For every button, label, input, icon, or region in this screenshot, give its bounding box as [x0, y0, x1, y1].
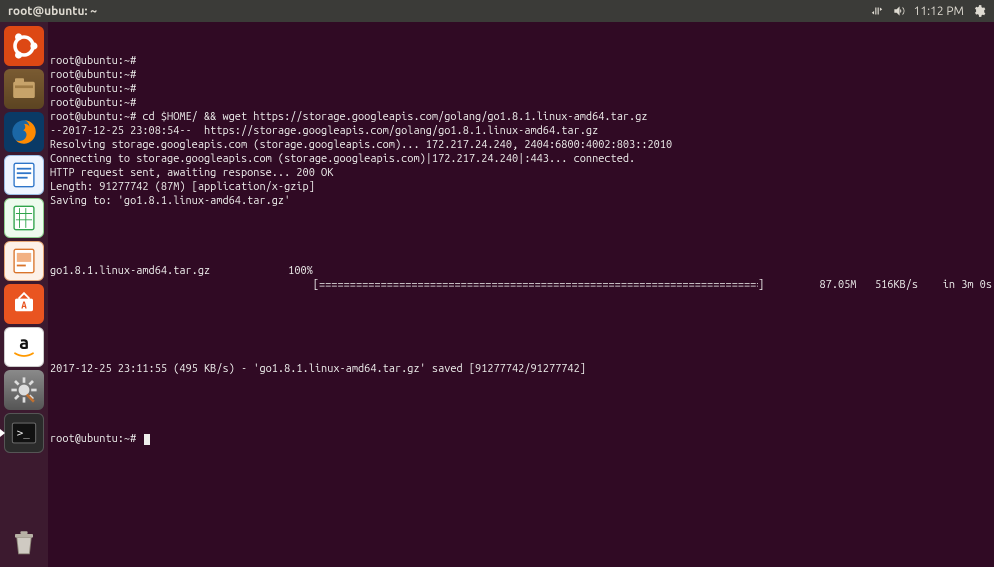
svg-text:A: A [21, 300, 27, 311]
launcher-settings[interactable] [4, 370, 44, 410]
terminal-line: root@ubuntu:~# [50, 54, 992, 68]
svg-text:>_: >_ [17, 427, 30, 440]
terminal-line: root@ubuntu:~# [50, 82, 992, 96]
unity-launcher: A a >_ [0, 22, 48, 567]
launcher-files[interactable] [4, 69, 44, 109]
terminal-line: Saving to: 'go1.8.1.linux-amd64.tar.gz' [50, 194, 992, 208]
terminal-line: root@ubuntu:~# [50, 96, 992, 110]
cursor-block [144, 434, 150, 445]
terminal-line [50, 208, 992, 222]
terminal-line: Resolving storage.googleapis.com (storag… [50, 138, 992, 152]
launcher-software-center[interactable]: A [4, 284, 44, 324]
progress-stats: 87.05M 516KB/s in 3m 0s [764, 264, 992, 306]
progress-percent: 100% [210, 264, 313, 306]
progress-filename: go1.8.1.linux-amd64.tar.gz [50, 264, 210, 306]
network-icon[interactable] [870, 4, 884, 18]
progress-bar: [ ======================================… [313, 264, 764, 306]
launcher-terminal[interactable]: >_ [4, 413, 44, 453]
work-area: A a >_ root@ubuntu:~#root@ubuntu:~#root@… [0, 22, 994, 567]
svg-text:a: a [19, 333, 29, 353]
terminal-prompt-line: root@ubuntu:~# [50, 432, 992, 446]
window-title: root@ubuntu: ~ [8, 5, 862, 18]
launcher-ubuntu-dash[interactable] [4, 26, 44, 66]
terminal-line: root@ubuntu:~# cd $HOME/ && wget https:/… [50, 110, 992, 124]
terminal-line: 2017-12-25 23:11:55 (495 KB/s) - 'go1.8.… [50, 362, 992, 376]
launcher-calc[interactable] [4, 198, 44, 238]
clock[interactable]: 11:12 PM [914, 5, 964, 18]
launcher-writer[interactable] [4, 155, 44, 195]
terminal-line: --2017-12-25 23:08:54-- https://storage.… [50, 124, 992, 138]
terminal-line: Length: 91277742 (87M) [application/x-gz… [50, 180, 992, 194]
top-menubar: root@ubuntu: ~ 11:12 PM [0, 0, 994, 22]
terminal-pane[interactable]: root@ubuntu:~#root@ubuntu:~#root@ubuntu:… [48, 22, 994, 567]
wget-progress-line: go1.8.1.linux-amd64.tar.gz 100% [ ======… [50, 264, 992, 306]
terminal-line [50, 376, 992, 390]
session-gear-icon[interactable] [972, 4, 986, 18]
launcher-trash[interactable] [4, 523, 44, 563]
terminal-line [50, 348, 992, 362]
sound-icon[interactable] [892, 4, 906, 18]
launcher-amazon[interactable]: a [4, 327, 44, 367]
launcher-firefox[interactable] [4, 112, 44, 152]
terminal-line: root@ubuntu:~# [50, 68, 992, 82]
terminal-line: Connecting to storage.googleapis.com (st… [50, 152, 992, 166]
launcher-impress[interactable] [4, 241, 44, 281]
terminal-line: HTTP request sent, awaiting response... … [50, 166, 992, 180]
